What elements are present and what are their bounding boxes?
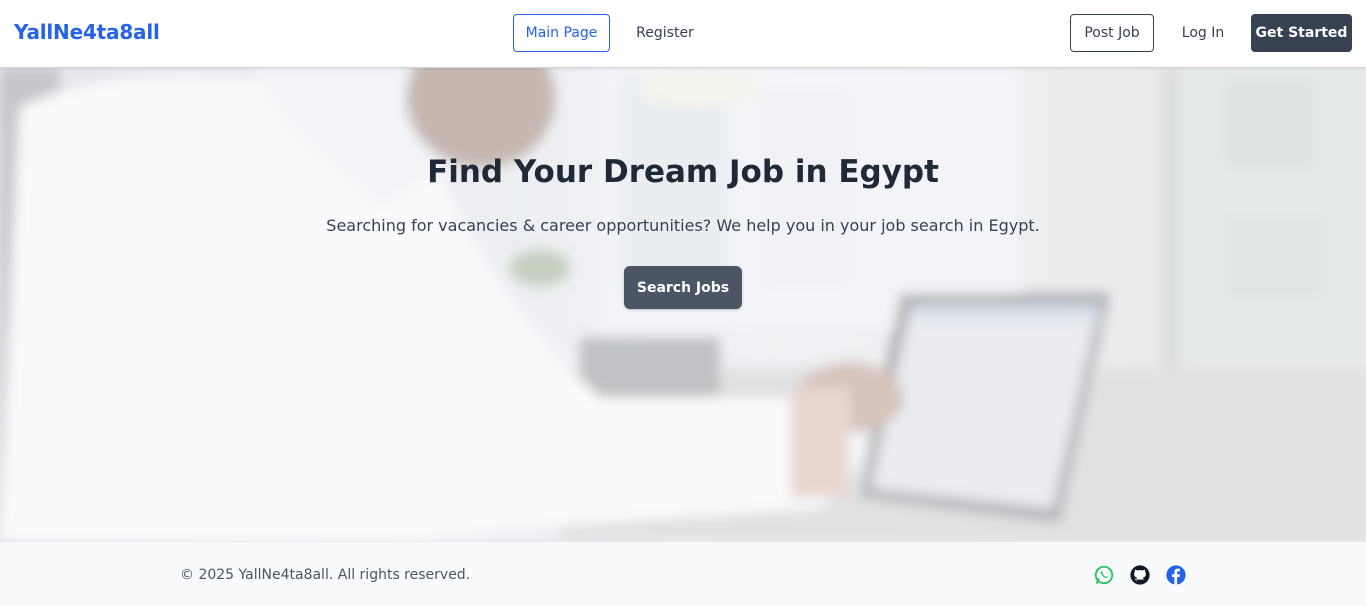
facebook-icon[interactable] [1165, 564, 1187, 586]
footer: © 2025 YallNe4ta8all. All rights reserve… [0, 541, 1366, 606]
search-jobs-button[interactable]: Search Jobs [624, 266, 742, 309]
log-in-link[interactable]: Log In [1170, 14, 1236, 52]
hero-subtitle: Searching for vacancies & career opportu… [326, 216, 1040, 235]
nav-register-link[interactable]: Register [624, 14, 706, 52]
hero-title: Find Your Dream Job in Egypt [427, 154, 939, 190]
brand-logo[interactable]: YallNe4ta8all [14, 20, 160, 44]
post-job-button[interactable]: Post Job [1070, 14, 1154, 52]
github-icon[interactable] [1129, 564, 1151, 586]
nav-main-page-button[interactable]: Main Page [513, 14, 610, 52]
hero-section: Find Your Dream Job in Egypt Searching f… [0, 68, 1366, 541]
top-navbar: YallNe4ta8all Main Page Register Post Jo… [0, 0, 1366, 68]
whatsapp-icon[interactable] [1093, 564, 1115, 586]
copyright-text: © 2025 YallNe4ta8all. All rights reserve… [180, 567, 471, 583]
get-started-button[interactable]: Get Started [1251, 14, 1352, 52]
